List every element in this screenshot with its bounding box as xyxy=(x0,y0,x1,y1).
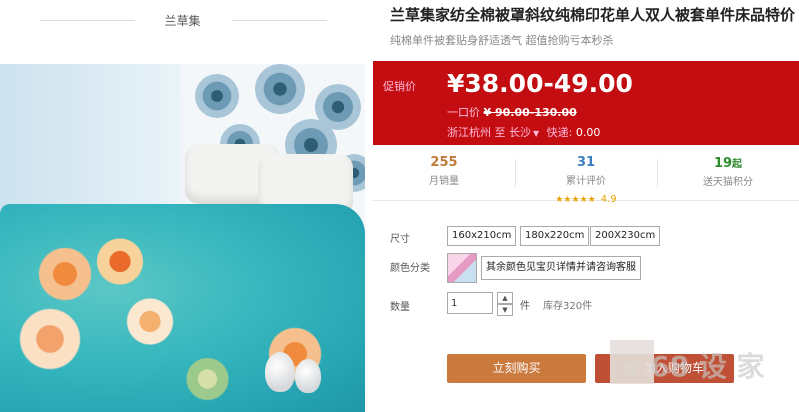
product-title: 兰草集家纺全棉被罩斜纹纯棉印花单人双人被套单件床品特价 xyxy=(390,6,796,24)
quantity-input[interactable]: 1 xyxy=(447,292,493,314)
buy-now-button[interactable]: 立刻购买 xyxy=(447,354,586,383)
ship-fee: 0.00 xyxy=(575,126,601,139)
brand-divider-left xyxy=(40,20,135,21)
ship-to-city: 长沙 xyxy=(509,126,531,139)
stat-reviews[interactable]: 31 累计评价 ★★★★★ 4.9 xyxy=(515,155,657,206)
price-panel: 促销价 ¥38.00-49.00 一口价 ¥ 90.00-130.00 浙江杭州… xyxy=(373,61,799,145)
stock-count: 库存320件 xyxy=(543,301,593,312)
star-rating-icon: ★★★★★ xyxy=(555,195,596,205)
color-label: 颜色分类 xyxy=(390,263,430,274)
size-option-180x220[interactable]: 180x220cm xyxy=(520,226,590,246)
rating-value: 4.9 xyxy=(600,194,617,205)
stat-label: 送天猫积分 xyxy=(703,177,753,188)
product-subtitle: 纯棉单件被套贴身舒适透气 超值抢购亏本秒杀 xyxy=(390,34,614,47)
shipping-info: 浙江杭州 至 长沙 ▼ 快递: 0.00 xyxy=(447,124,600,140)
original-price-value: ¥ 90.00-130.00 xyxy=(483,106,577,119)
original-price: 一口价 ¥ 90.00-130.00 xyxy=(447,104,577,120)
quantity-increase-button[interactable]: ▲ xyxy=(497,292,513,304)
stat-unit: 起 xyxy=(732,159,743,170)
promo-price-label: 促销价 xyxy=(383,80,416,93)
ship-from: 浙江杭州 xyxy=(447,126,491,139)
brand-header: 兰草集 xyxy=(0,0,365,40)
product-gallery: 兰草集 xyxy=(0,0,365,412)
color-swatch-thumbnail[interactable] xyxy=(447,253,477,283)
ship-to-select[interactable]: 长沙 ▼ xyxy=(509,126,543,139)
decor-vase xyxy=(295,359,321,393)
quantity-decrease-button[interactable]: ▼ xyxy=(497,304,513,316)
size-option-200x230[interactable]: 200X230cm xyxy=(590,226,661,246)
stat-monthly-sales: 255 月销量 xyxy=(373,155,515,187)
stat-label: 累计评价 xyxy=(566,176,606,187)
chevron-down-icon: ▼ xyxy=(533,129,540,138)
stats-bar: 255 月销量 31 累计评价 ★★★★★ 4.9 19起 送天猫积分 xyxy=(373,145,799,205)
watermark-logo xyxy=(610,340,654,384)
ship-fee-label: 快递: xyxy=(546,126,573,139)
stat-label: 月销量 xyxy=(429,176,459,187)
quantity-label: 数量 xyxy=(390,302,410,313)
current-price: ¥38.00-49.00 xyxy=(447,69,633,98)
brand-divider-right xyxy=(232,20,327,21)
decor-vase xyxy=(265,352,295,392)
ship-to-word: 至 xyxy=(494,126,506,139)
color-option[interactable]: 其余颜色见宝贝详情并请咨询客服 xyxy=(481,256,641,280)
product-info: 兰草集家纺全棉被罩斜纹纯棉印花单人双人被套单件床品特价 纯棉单件被套贴身舒适透气… xyxy=(373,0,799,412)
stat-value: 31 xyxy=(576,155,596,170)
brand-name: 兰草集 xyxy=(164,14,201,28)
size-label: 尺寸 xyxy=(390,234,410,245)
product-image[interactable] xyxy=(0,64,365,412)
size-option-160x210[interactable]: 160x210cm xyxy=(447,226,517,246)
stat-value: 19 xyxy=(713,156,733,171)
stat-points: 19起 送天猫积分 xyxy=(657,155,799,188)
watermark-text: 68 设 家 xyxy=(650,350,765,383)
quantity-unit: 件 xyxy=(520,301,530,312)
original-price-label: 一口价 xyxy=(447,106,480,119)
stat-value: 255 xyxy=(430,155,458,170)
